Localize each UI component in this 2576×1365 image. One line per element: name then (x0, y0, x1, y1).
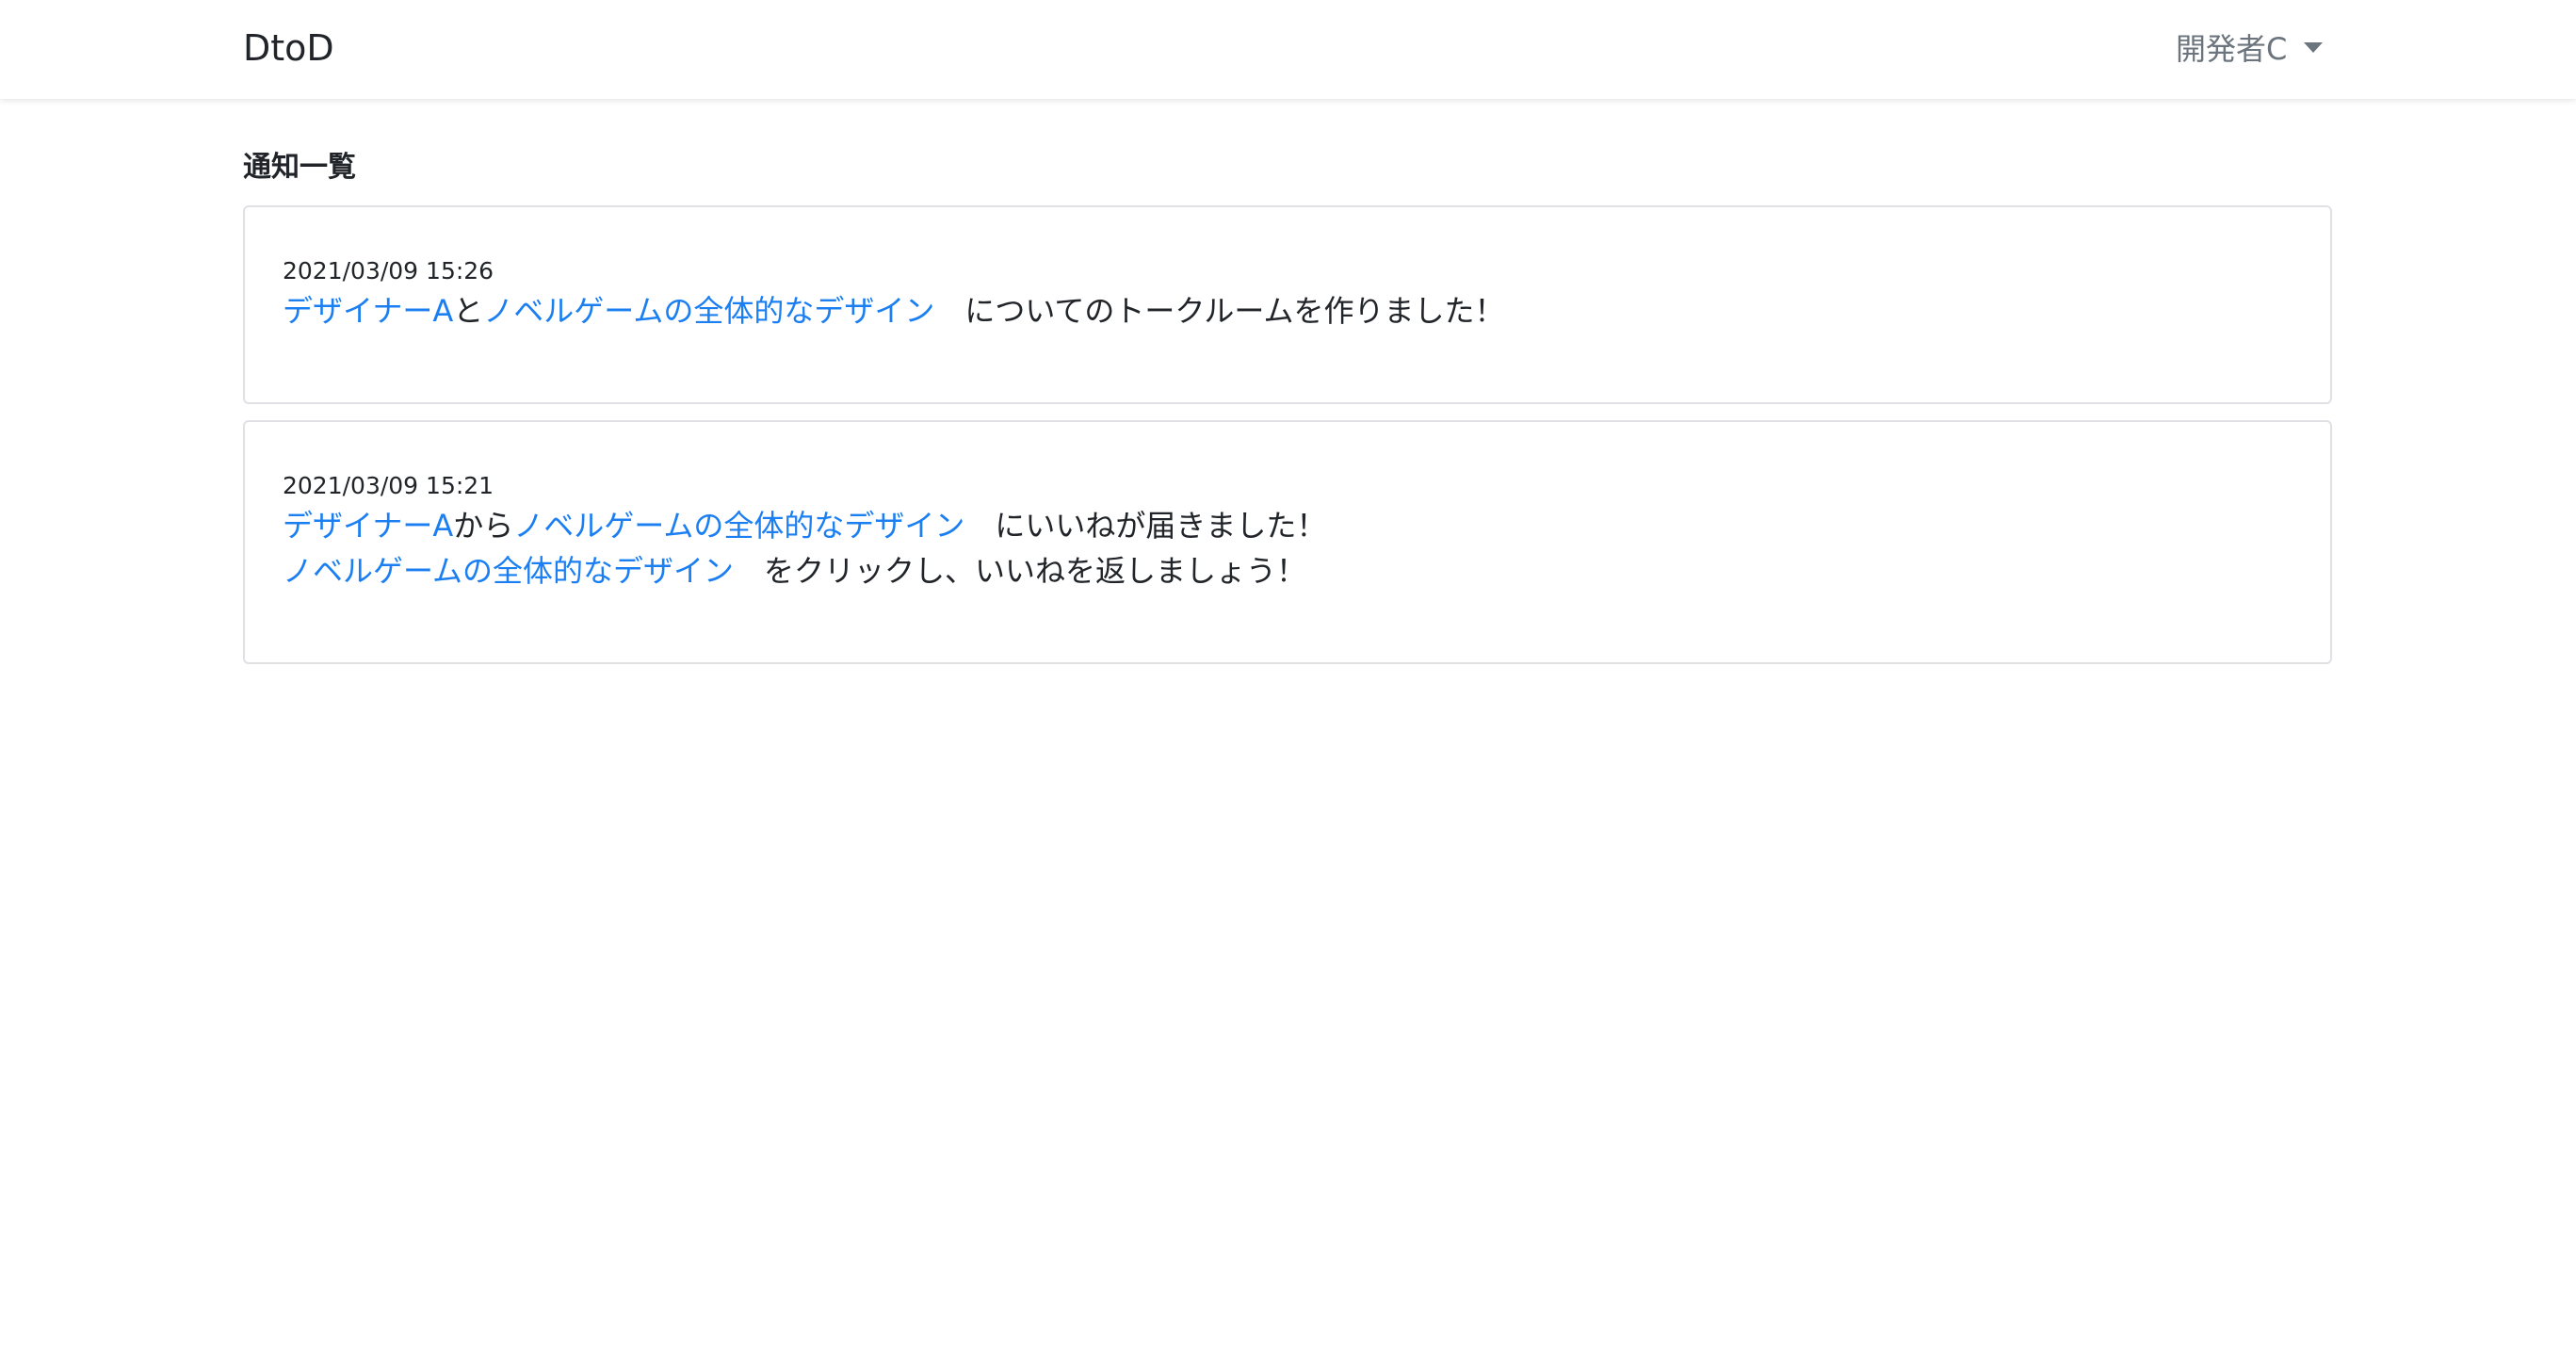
notification-body: 2021/03/09 15:21 デザイナーAからノベルゲームの全体的なデザイン… (283, 469, 2292, 593)
user-dropdown-toggle[interactable]: 開発者C (2176, 26, 2324, 68)
notification-message: についてのトークルームを作りました！ (964, 293, 1505, 329)
notification-line: ノベルゲームの全体的なデザイン をクリックし、いいねを返しましょう！ (283, 548, 2292, 593)
top-navbar: DtoD 開発者C (0, 0, 2576, 99)
connector-text: と (453, 293, 484, 329)
notification-line: デザイナーAからノベルゲームの全体的なデザイン にいいねが届きました！ (283, 503, 2292, 548)
notification-line: デザイナーAとノベルゲームの全体的なデザイン についてのトークルームを作りました！ (283, 288, 2292, 333)
project-link[interactable]: ノベルゲームの全体的なデザイン (283, 553, 734, 589)
user-link[interactable]: デザイナーA (283, 508, 453, 544)
notification-message: をクリックし、いいねを返しましょう！ (764, 553, 1307, 589)
notification-body: 2021/03/09 15:26 デザイナーAとノベルゲームの全体的なデザインに… (283, 254, 2292, 333)
project-link[interactable]: ノベルゲームの全体的なデザイン (513, 508, 964, 544)
page-title: 通知一覧 (243, 151, 356, 184)
notification-message: にいいねが届きました！ (995, 508, 1327, 544)
caret-down-icon (2304, 41, 2324, 53)
project-link[interactable]: ノベルゲームの全体的なデザイン (483, 293, 934, 329)
notification-card: 2021/03/09 15:21 デザイナーAからノベルゲームの全体的なデザイン… (243, 420, 2332, 664)
notification-timestamp: 2021/03/09 15:21 (283, 472, 494, 499)
notification-card: 2021/03/09 15:26 デザイナーAとノベルゲームの全体的なデザインに… (243, 205, 2332, 404)
user-name-label: 開発者C (2176, 31, 2288, 67)
brand-logo-link[interactable]: DtoD (243, 24, 334, 72)
user-link[interactable]: デザイナーA (283, 293, 453, 329)
notification-timestamp: 2021/03/09 15:26 (283, 257, 494, 284)
connector-text: から (453, 508, 514, 544)
